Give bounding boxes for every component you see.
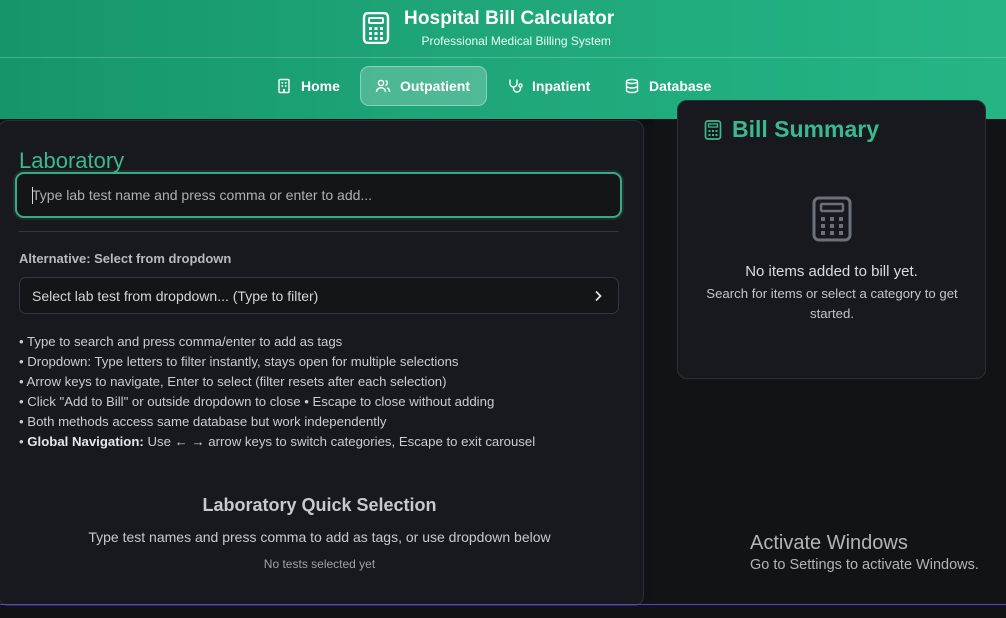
instruction-item: • Arrow keys to navigate, Enter to selec…	[19, 374, 447, 389]
calculator-icon	[362, 12, 390, 44]
nav-outpatient-label: Outpatient	[400, 78, 470, 94]
laboratory-title: Laboratory	[19, 148, 125, 173]
nav-inpatient-label: Inpatient	[532, 78, 591, 94]
empty-state-subtitle: Search for items or select a category to…	[706, 286, 958, 321]
lab-tag-input[interactable]	[32, 187, 620, 203]
quick-selection-empty: No tests selected yet	[263, 557, 376, 571]
dropdown-placeholder: Select lab test from dropdown... (Type t…	[32, 287, 319, 304]
quick-selection-title: Laboratory Quick Selection	[202, 495, 437, 515]
lab-test-dropdown[interactable]: Select lab test from dropdown... (Type t…	[19, 277, 619, 314]
watermark-title: Activate Windows	[750, 532, 908, 554]
nav-database-label: Database	[649, 78, 712, 94]
instruction-item: • Type to search and press comma/enter t…	[19, 334, 343, 349]
watermark-subtitle: Go to Settings to activate Windows.	[750, 557, 979, 573]
text-caret	[32, 187, 33, 204]
bottom-border	[0, 604, 1006, 605]
app-subtitle: Professional Medical Billing System	[421, 33, 611, 48]
database-icon	[625, 78, 639, 94]
nav-home[interactable]: Home	[262, 66, 354, 106]
instruction-item: • Both methods access same database but …	[19, 414, 387, 429]
bill-summary-header: Bill Summary	[704, 116, 879, 143]
header-divider	[0, 57, 1006, 58]
global-nav-label: Global Navigation:	[27, 434, 144, 449]
nav-outpatient[interactable]: Outpatient	[360, 66, 487, 106]
users-icon	[375, 79, 391, 93]
instruction-item-global-nav: • Global Navigation: Use ← → arrow keys …	[19, 432, 629, 452]
bill-summary-panel: Bill Summary No items added to bill yet.…	[677, 100, 986, 379]
app-title: Hospital Bill Calculator	[404, 7, 615, 29]
bill-summary-title: Bill Summary	[732, 116, 879, 142]
laboratory-panel: Laboratory Alternative: Select from drop…	[0, 120, 644, 606]
lab-tag-input-wrapper[interactable]	[15, 172, 622, 218]
alternative-label: Alternative: Select from dropdown	[19, 251, 232, 266]
nav-home-label: Home	[301, 78, 340, 94]
empty-state-title: No items added to bill yet.	[745, 263, 918, 280]
stethoscope-icon	[509, 79, 523, 93]
brand-text: Hospital Bill Calculator Professional Me…	[404, 8, 614, 49]
instructions-list: • Type to search and press comma/enter t…	[19, 332, 629, 452]
instruction-item: • Dropdown: Type letters to filter insta…	[19, 354, 459, 369]
instruction-item: • Click "Add to Bill" or outside dropdow…	[19, 394, 495, 409]
brand: Hospital Bill Calculator Professional Me…	[362, 6, 614, 50]
global-nav-text: Use ← → arrow keys to switch categories,…	[143, 434, 536, 449]
chevron-right-icon	[595, 290, 602, 301]
windows-activation-watermark: Activate Windows Go to Settings to activ…	[750, 531, 979, 575]
calculator-icon	[704, 119, 722, 140]
calculator-icon	[812, 196, 852, 242]
section-divider	[19, 231, 619, 232]
building-icon	[278, 78, 290, 94]
quick-selection-subtitle: Type test names and press comma to add a…	[88, 529, 551, 545]
nav-inpatient[interactable]: Inpatient	[493, 66, 604, 106]
